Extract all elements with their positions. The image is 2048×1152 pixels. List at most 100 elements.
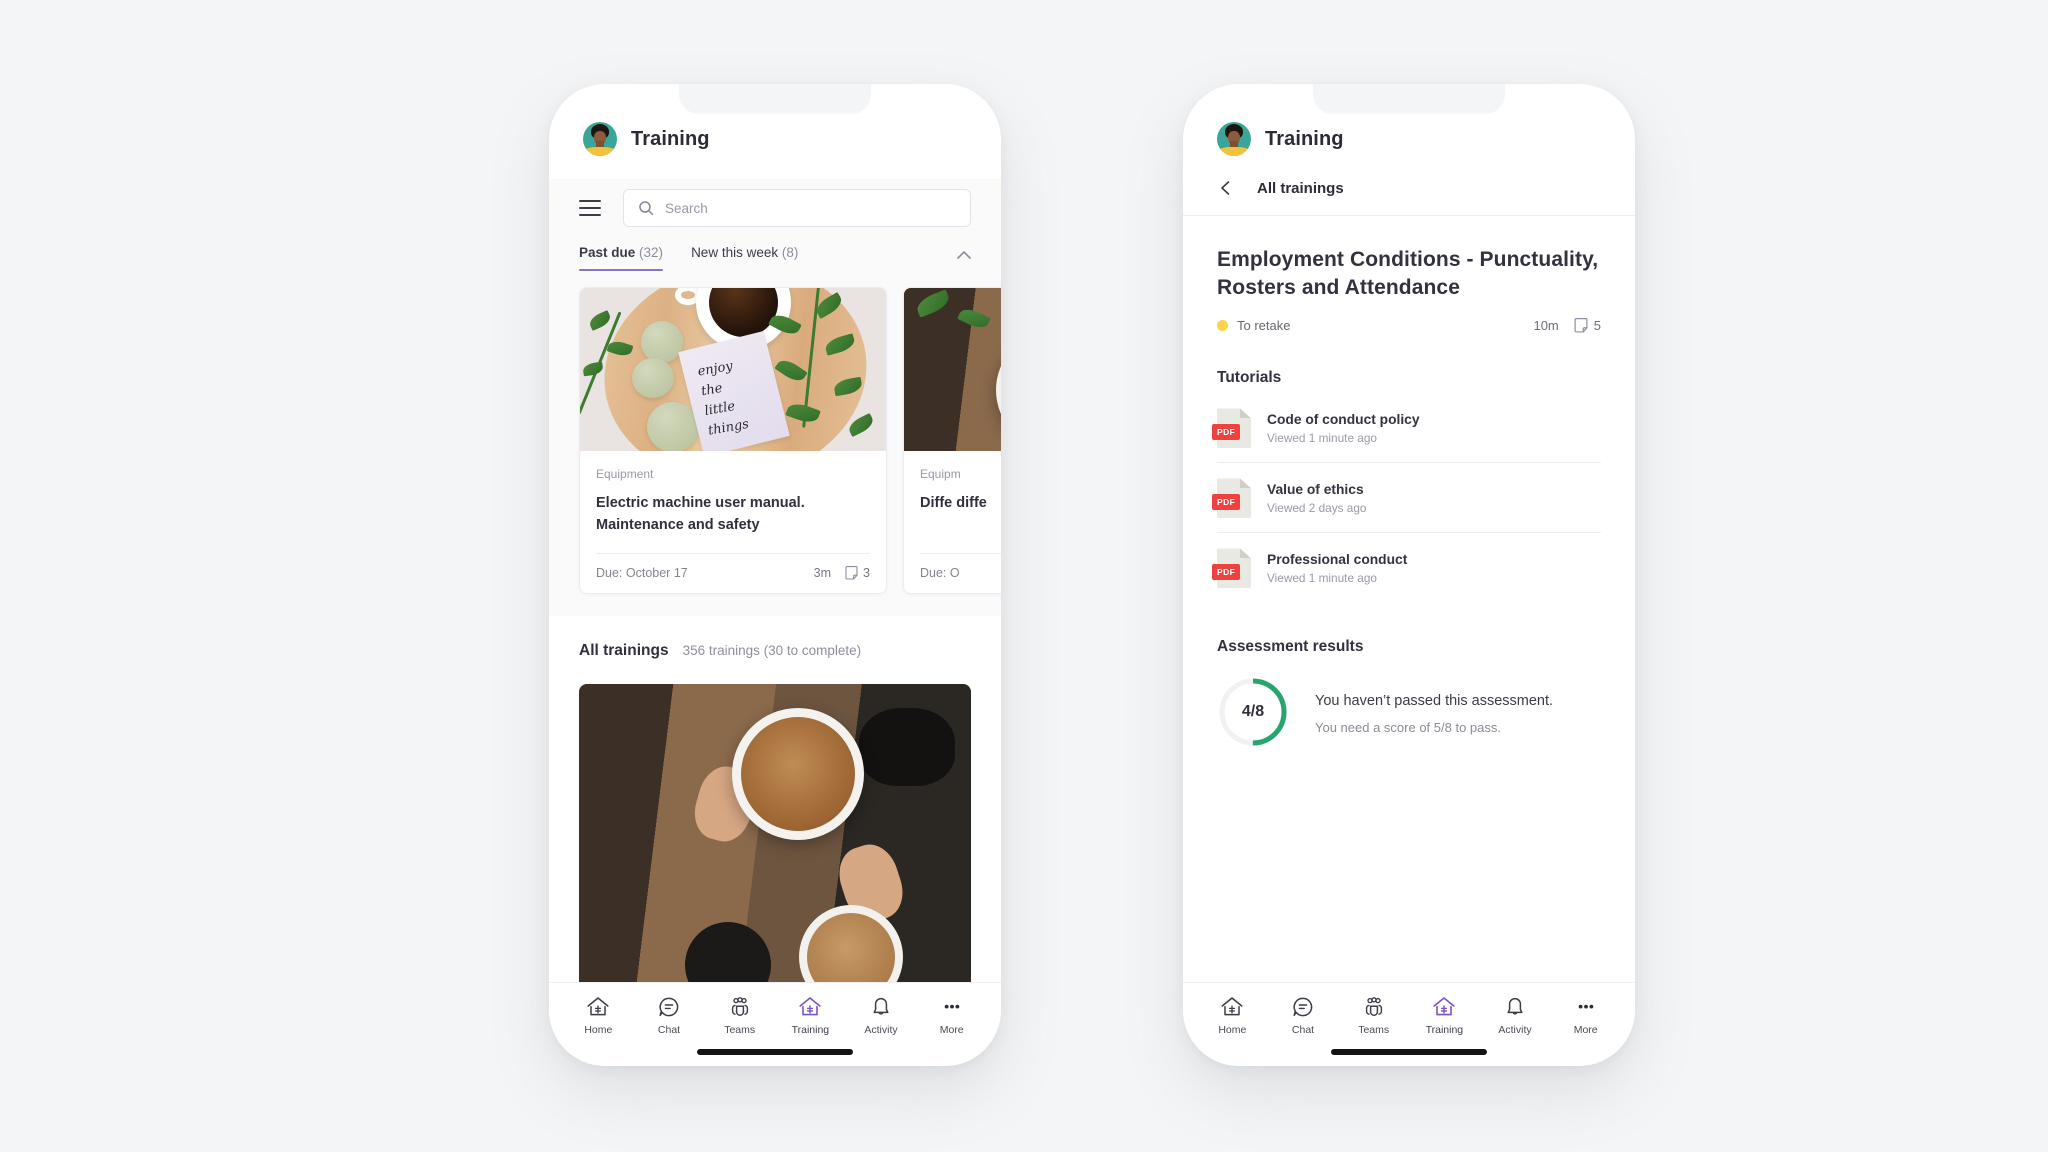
home-icon — [587, 997, 609, 1016]
pdf-badge-label: PDF — [1212, 564, 1241, 581]
search-icon — [639, 201, 654, 216]
course-card[interactable]: enjoy the little things Equipment Electr… — [579, 287, 887, 595]
search-placeholder: Search — [665, 200, 708, 216]
teams-icon — [1365, 997, 1382, 1016]
nav-item-more[interactable]: More — [1550, 995, 1621, 1036]
course-card-image: enjoy the little things — [580, 288, 886, 451]
tutorial-meta: Viewed 1 minute ago — [1267, 430, 1377, 445]
nav-label-more: More — [1573, 1024, 1598, 1036]
avatar[interactable] — [583, 122, 617, 156]
nav-label-training: Training — [791, 1024, 830, 1036]
course-card-body: Equipm Diffe diffe — [904, 451, 1001, 536]
assessment-message: You haven’t passed this assessment. — [1315, 693, 1554, 710]
pdf-badge-label: PDF — [1212, 494, 1241, 511]
training-pages-count: 5 — [1593, 318, 1601, 334]
latte-cup-shape — [731, 707, 864, 840]
nav-label-activity: Activity — [864, 1024, 898, 1036]
phone-notch — [679, 84, 871, 114]
bell-icon — [873, 997, 889, 1015]
page-title: Training — [1265, 128, 1344, 150]
chevron-left-icon[interactable] — [1217, 179, 1235, 197]
nav-item-teams[interactable]: Teams — [704, 995, 775, 1036]
list-item-text: Professional conduct Viewed 1 minute ago — [1267, 552, 1407, 585]
course-card-image — [904, 288, 1001, 451]
tab-new-this-week[interactable]: New this week (8) — [691, 245, 798, 271]
tutorial-meta: Viewed 2 days ago — [1267, 500, 1367, 515]
tab-past-due-label: Past due — [579, 245, 636, 260]
course-card-category: Equipment — [596, 467, 654, 481]
note-text: enjoy the little things — [696, 358, 751, 440]
nav-item-home[interactable]: Home — [1197, 995, 1268, 1036]
course-card-footer: Due: October 17 3m 3 — [596, 553, 870, 593]
pdf-icon: PDF — [1212, 478, 1251, 519]
right-screen: Training All trainings Employment Condit… — [1183, 84, 1635, 1066]
nav-label-home: Home — [1218, 1024, 1247, 1036]
macaron-shape — [632, 358, 675, 399]
training-home-icon — [1433, 997, 1455, 1016]
leaf-shape — [587, 310, 613, 331]
page-icon — [1574, 318, 1588, 333]
course-card-title: Diffe diffe — [920, 495, 987, 511]
bell-icon — [1507, 997, 1523, 1015]
nav-item-training[interactable]: Training — [775, 995, 846, 1036]
all-trainings-header: All trainings 356 trainings (30 to compl… — [549, 616, 1001, 661]
nav-item-more[interactable]: More — [916, 995, 987, 1036]
chat-icon — [659, 997, 679, 1017]
course-carousel[interactable]: enjoy the little things Equipment Electr… — [549, 271, 1001, 617]
nav-item-home[interactable]: Home — [563, 995, 634, 1036]
tutorial-name: Value of ethics — [1267, 481, 1364, 497]
status-badge: To retake — [1237, 318, 1291, 334]
more-ellipsis-icon — [1578, 1004, 1593, 1009]
phone-notch — [1313, 84, 1505, 114]
search-row: Search — [549, 179, 1001, 239]
nav-item-training[interactable]: Training — [1409, 995, 1480, 1036]
course-card-due: Due: O — [920, 566, 960, 580]
hamburger-icon[interactable] — [579, 200, 601, 216]
chevron-up-icon[interactable] — [953, 245, 975, 267]
list-item[interactable]: PDF Professional conduct Viewed 1 minute… — [1212, 533, 1601, 602]
tutorial-name: Code of conduct policy — [1267, 411, 1420, 427]
leaf-shape — [582, 361, 604, 377]
tutorial-meta: Viewed 1 minute ago — [1267, 570, 1377, 585]
nav-item-teams[interactable]: Teams — [1338, 995, 1409, 1036]
page-title: Training — [631, 128, 710, 150]
course-card-category: Equipm — [920, 467, 961, 481]
nav-label-teams: Teams — [724, 1024, 756, 1036]
assessment-heading: Assessment results — [1217, 638, 1364, 656]
macaron-shape — [641, 320, 684, 363]
nav-item-activity[interactable]: Activity — [846, 995, 917, 1036]
carousel-track: enjoy the little things Equipment Electr… — [549, 287, 1001, 595]
nav-item-chat[interactable]: Chat — [1268, 995, 1339, 1036]
breadcrumb: All trainings — [1183, 179, 1635, 216]
tutorials-list: PDF Code of conduct policy Viewed 1 minu… — [1212, 393, 1601, 602]
breadcrumb-label[interactable]: All trainings — [1257, 180, 1344, 197]
tutorials-heading: Tutorials — [1217, 369, 1282, 387]
training-pages: 5 — [1574, 318, 1601, 333]
nav-label-home: Home — [584, 1024, 613, 1036]
training-duration: 10m — [1533, 318, 1559, 334]
pdf-badge-label: PDF — [1212, 424, 1241, 441]
nav-label-teams: Teams — [1358, 1024, 1390, 1036]
list-item[interactable]: PDF Value of ethics Viewed 2 days ago — [1212, 463, 1601, 534]
course-card-pages: 3 — [845, 566, 870, 580]
list-item-text: Code of conduct policy Viewed 1 minute a… — [1267, 412, 1420, 445]
kettle-shape — [859, 707, 956, 786]
avatar[interactable] — [1217, 122, 1251, 156]
pdf-icon: PDF — [1212, 408, 1251, 449]
training-detail: Employment Conditions - Punctuality, Ros… — [1183, 216, 1635, 982]
nav-item-chat[interactable]: Chat — [634, 995, 705, 1036]
search-input[interactable]: Search — [623, 189, 971, 227]
training-list-item-image[interactable] — [579, 684, 971, 982]
tab-new-this-week-count: (8) — [781, 245, 799, 260]
teams-icon — [731, 997, 748, 1016]
nav-label-chat: Chat — [1291, 1024, 1315, 1036]
course-card[interactable]: Equipm Diffe diffe Due: O — [903, 287, 1001, 595]
nav-label-training: Training — [1425, 1024, 1464, 1036]
all-trainings-heading: All trainings — [579, 642, 669, 660]
latte-art-shape — [775, 736, 820, 801]
tab-past-due[interactable]: Past due (32) — [579, 245, 664, 271]
nav-item-activity[interactable]: Activity — [1480, 995, 1551, 1036]
list-item[interactable]: PDF Code of conduct policy Viewed 1 minu… — [1212, 393, 1601, 464]
nav-label-more: More — [939, 1024, 964, 1036]
training-home-icon — [799, 997, 821, 1016]
